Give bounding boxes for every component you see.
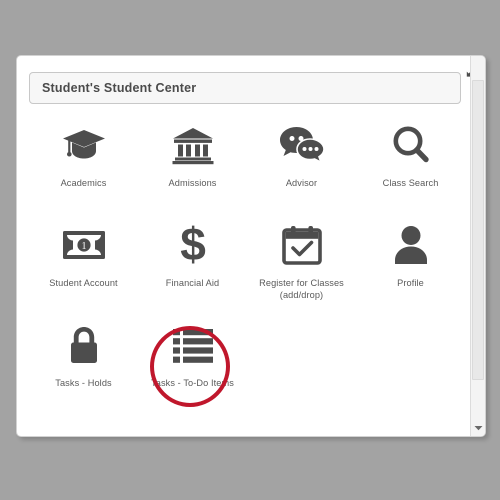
tile-label: Tasks - To-Do Items	[151, 378, 234, 388]
person-icon	[393, 218, 429, 272]
tile-class-search[interactable]: Class Search	[356, 118, 465, 218]
shortcut-tile-grid: Academics Admissions Advisor Class Searc…	[29, 118, 467, 418]
screen: Student's Student Center Academics Admis…	[0, 0, 500, 500]
dollar-sign-icon: $	[176, 218, 210, 272]
page-title: Student's Student Center	[42, 81, 197, 95]
page-title-bar[interactable]: Student's Student Center	[29, 72, 461, 104]
tile-label: Tasks - Holds	[55, 378, 112, 388]
tile-label: Financial Aid	[165, 278, 220, 288]
banknote-icon: 1	[62, 218, 106, 272]
tile-label: Academics	[60, 178, 107, 188]
bank-building-icon	[171, 118, 215, 172]
student-center-panel: Student's Student Center Academics Admis…	[16, 55, 486, 437]
tile-label: Student Account	[49, 278, 118, 288]
padlock-icon	[67, 318, 101, 372]
tile-student-account[interactable]: 1 Student Account	[29, 218, 138, 318]
svg-text:1: 1	[81, 241, 86, 252]
chevron-down-icon	[474, 426, 482, 431]
tile-label: Register for Classes (add/drop)	[259, 278, 344, 300]
tile-label: Advisor	[285, 178, 318, 188]
tile-advisor[interactable]: Advisor	[247, 118, 356, 218]
tile-tasks-holds[interactable]: Tasks - Holds	[29, 318, 138, 418]
scrollbar-track[interactable]	[471, 80, 485, 420]
list-icon	[172, 318, 214, 372]
tile-financial-aid[interactable]: $ Financial Aid	[138, 218, 247, 318]
tile-academics[interactable]: Academics	[29, 118, 138, 218]
magnifying-glass-icon	[390, 118, 432, 172]
tile-admissions[interactable]: Admissions	[138, 118, 247, 218]
tile-profile[interactable]: Profile	[356, 218, 465, 318]
tile-register-for-classes[interactable]: Register for Classes (add/drop)	[247, 218, 356, 318]
graduation-cap-icon	[61, 118, 107, 172]
tile-label: Profile	[397, 278, 424, 288]
svg-text:$: $	[180, 222, 206, 268]
scrollbar-down-button[interactable]	[471, 420, 485, 436]
speech-bubbles-icon	[279, 118, 325, 172]
tile-tasks-todo-items[interactable]: Tasks - To-Do Items	[138, 318, 247, 418]
tile-label: Class Search	[382, 178, 439, 188]
calendar-check-icon	[281, 218, 322, 272]
tile-label: Admissions	[168, 178, 217, 188]
vertical-scrollbar[interactable]	[470, 56, 485, 436]
scrollbar-thumb[interactable]	[472, 80, 484, 380]
